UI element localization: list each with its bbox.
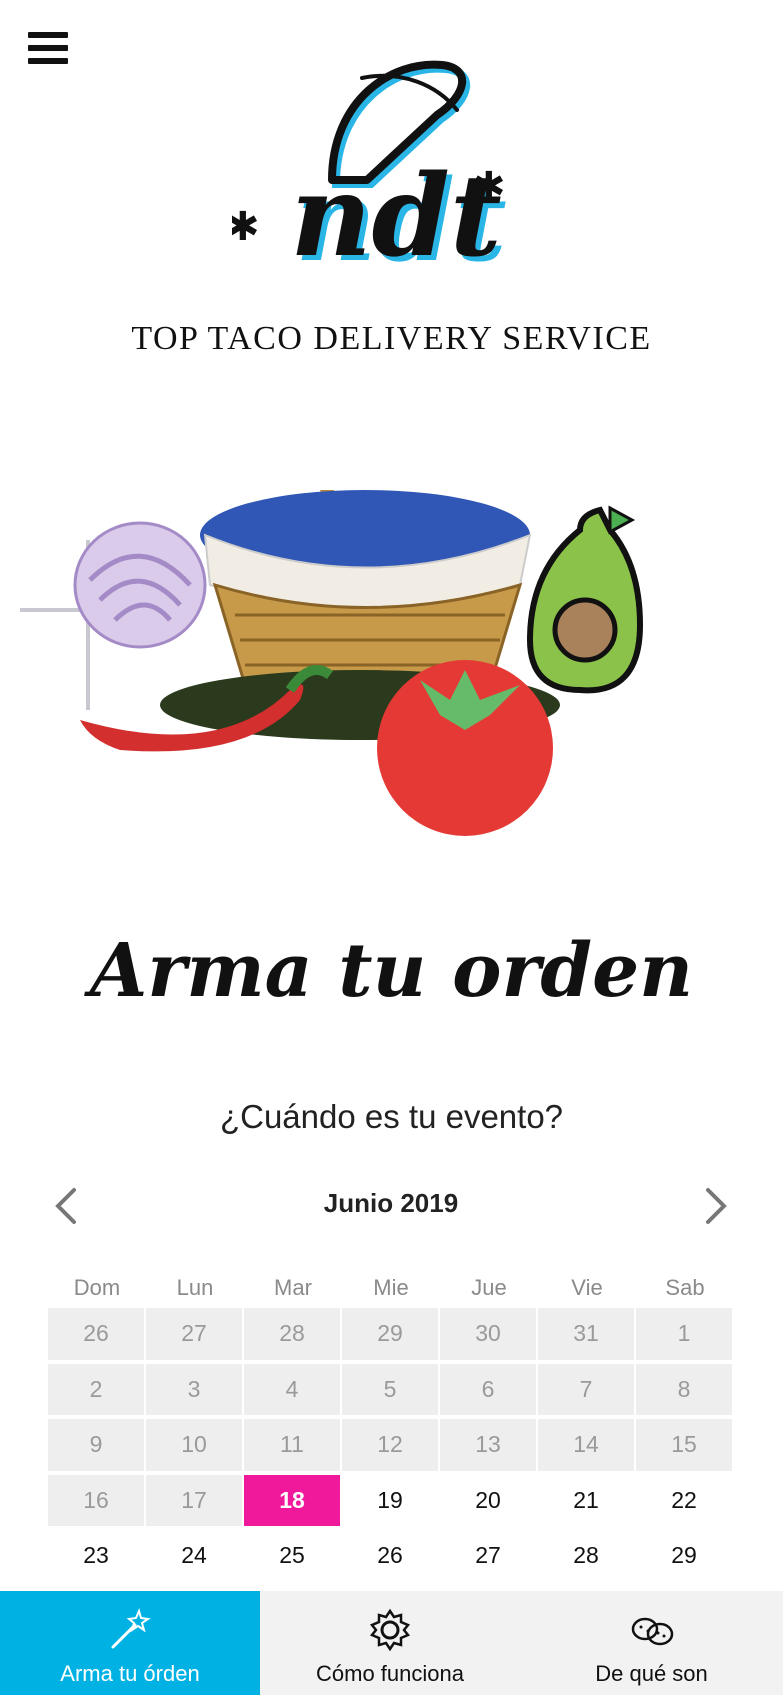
avocado-icon: [526, 505, 644, 694]
calendar-day: 16: [48, 1474, 144, 1526]
calendar-day: 30: [440, 1308, 536, 1360]
weekday-row: Dom Lun Mar Mie Jue Vie Sab: [48, 1268, 734, 1308]
calendar-day: 17: [146, 1474, 242, 1526]
menu-bar: [28, 58, 68, 64]
calendar-day: 12: [342, 1419, 438, 1471]
bottom-navigation: Arma tu órden Cómo funciona De qué son: [0, 1591, 783, 1695]
calendar-days: 26 27 28 29 30 31 1 2 3 4 5 6 7 8 9 10 11 12 13 14 15 16 17 18 1…: [48, 1308, 734, 1586]
weekday-label: Mie: [373, 1275, 409, 1300]
weekday-label: Dom: [73, 1275, 121, 1300]
calendar-day[interactable]: 26: [342, 1530, 438, 1582]
calendar-day: 31: [538, 1308, 634, 1360]
calendar-day: 7: [538, 1363, 634, 1415]
calendar-month-label: Junio 2019: [323, 1188, 459, 1218]
calendar-header: Junio 2019: [48, 1180, 734, 1230]
nav-como-funciona[interactable]: Cómo funciona: [260, 1591, 520, 1695]
menu-bar: [28, 32, 68, 38]
page-title: Arma tu orden: [89, 928, 694, 1014]
calendar-day: 11: [244, 1419, 340, 1471]
calendar-day: 4: [244, 1363, 340, 1415]
gear-icon: [369, 1608, 411, 1652]
calendar-day: 1: [636, 1308, 732, 1360]
ndt-logo: ndt ndt ✱ ✱: [232, 60, 507, 287]
calendar-day[interactable]: 27: [440, 1530, 536, 1582]
nav-de-que-son[interactable]: De qué son: [520, 1591, 783, 1695]
calendar-day: 8: [636, 1363, 732, 1415]
potatoes-icon: [631, 1617, 673, 1646]
calendar-day: 29: [342, 1308, 438, 1360]
calendar-day[interactable]: 25: [244, 1530, 340, 1582]
calendar-day[interactable]: 24: [146, 1530, 242, 1582]
hamburger-menu-icon[interactable]: [28, 32, 68, 68]
calendar-day: 27: [146, 1308, 242, 1360]
magic-wand-icon: [111, 1608, 151, 1649]
calendar-day[interactable]: 20: [440, 1475, 536, 1527]
calendar-day: 10: [146, 1419, 242, 1471]
calendar-day: 13: [440, 1419, 536, 1471]
calendar-day[interactable]: 29: [636, 1530, 732, 1582]
tagline: TOP TACO DELIVERY SERVICE: [131, 320, 652, 357]
calendar-day: 26: [48, 1308, 144, 1360]
chevron-right-icon[interactable]: [698, 1186, 734, 1226]
calendar-day: 5: [342, 1363, 438, 1415]
weekday-label: Vie: [571, 1275, 603, 1300]
tomato-icon: [377, 660, 553, 836]
calendar-day: 3: [146, 1363, 242, 1415]
nav-label: Cómo funciona: [316, 1661, 464, 1686]
weekday-label: Sab: [665, 1275, 705, 1300]
basket-illustration: [20, 490, 644, 836]
svg-text:✱: ✱: [472, 164, 506, 210]
weekday-label: Lun: [176, 1275, 214, 1300]
calendar-day[interactable]: 23: [48, 1530, 144, 1582]
calendar-grid: Dom Lun Mar Mie Jue Vie Sab 26 27 28 29 30 31…: [48, 1268, 734, 1586]
nav-arma-tu-orden[interactable]: Arma tu órden: [0, 1591, 260, 1695]
calendar-day: 28: [244, 1308, 340, 1360]
event-date-question: ¿Cuándo es tu evento?: [219, 1098, 564, 1135]
svg-text:✱: ✱: [232, 204, 260, 250]
calendar-day: 15: [636, 1419, 732, 1471]
nav-label: Arma tu órden: [60, 1661, 200, 1686]
calendar-day: 14: [538, 1419, 634, 1471]
onion-icon: [20, 521, 207, 710]
calendar-day: 2: [48, 1363, 144, 1415]
calendar-day[interactable]: 21: [538, 1475, 634, 1527]
calendar-day: 9: [48, 1419, 144, 1471]
nav-label: De qué son: [595, 1661, 708, 1686]
logo-text: ndt: [290, 151, 501, 282]
calendar-day[interactable]: 22: [636, 1475, 732, 1527]
weekday-label: Mar: [274, 1275, 312, 1300]
weekday-label: Jue: [471, 1275, 507, 1300]
calendar-day: 6: [440, 1363, 536, 1415]
calendar-day[interactable]: 28: [538, 1530, 634, 1582]
calendar-day[interactable]: 19: [342, 1475, 438, 1527]
menu-bar: [28, 45, 68, 51]
calendar-day[interactable]: 18: [244, 1474, 340, 1526]
